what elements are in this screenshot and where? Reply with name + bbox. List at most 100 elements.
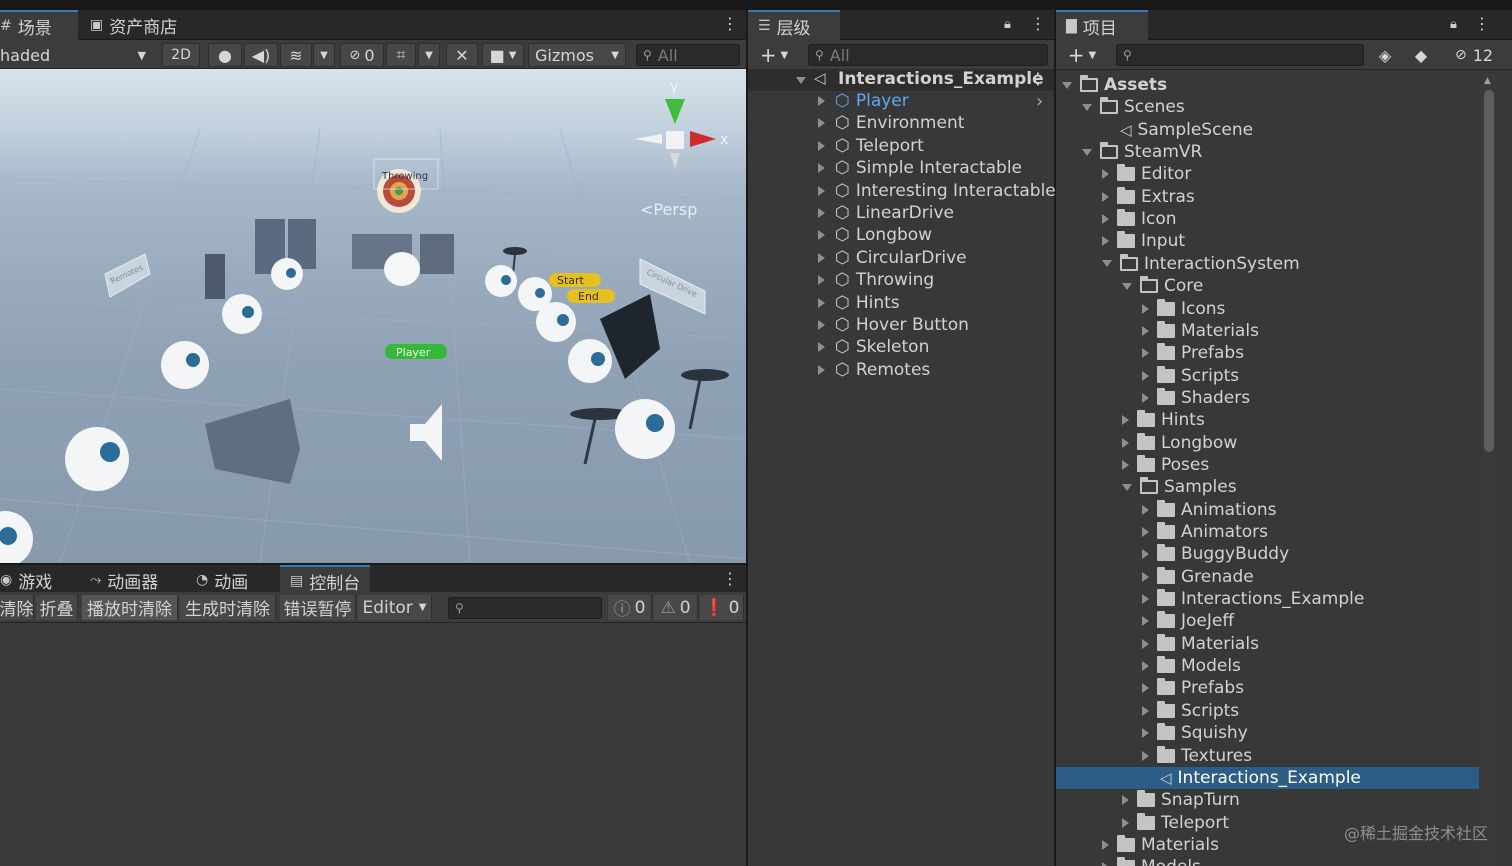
clear-on-build-button[interactable]: 生成时清除 (180, 595, 276, 620)
hierarchy-item[interactable]: ⬡ Interesting Interactables (748, 180, 1065, 202)
hierarchy-search-input[interactable]: ⚲ All (808, 44, 1048, 66)
shading-mode-dropdown[interactable]: haded ▼ (0, 43, 150, 67)
project-tree-item[interactable]: Models (1142, 655, 1241, 677)
expand-arrow-icon[interactable] (1142, 616, 1149, 627)
expand-arrow-icon[interactable] (1142, 571, 1149, 582)
lock-icon[interactable]: 🔒︎ (1450, 17, 1457, 32)
project-tree-item[interactable]: Animations (1142, 499, 1277, 521)
project-tree-item[interactable]: Extras (1102, 186, 1195, 208)
clear-button[interactable]: 清除 (0, 595, 34, 620)
expand-arrow-icon[interactable] (1102, 191, 1109, 202)
expand-arrow-icon[interactable] (1142, 527, 1149, 537)
console-search-input[interactable]: ⚲ (448, 597, 602, 619)
tab-project[interactable]: ▇ 项目 (1056, 10, 1148, 40)
console-menu-icon[interactable]: ⋮ (722, 571, 738, 587)
create-button[interactable]: + ▼ (754, 43, 794, 67)
project-tree-item[interactable]: Hints (1122, 409, 1205, 431)
tools-icon[interactable]: ✕ (446, 43, 478, 67)
expand-arrow-icon[interactable] (818, 364, 825, 375)
project-tree-item[interactable]: ◁ Interactions_Example (1142, 767, 1361, 789)
expand-arrow-icon[interactable] (1142, 504, 1149, 515)
scrollbar-thumb[interactable] (1484, 90, 1494, 452)
error-count-toggle[interactable]: ❗ 0 (700, 595, 744, 620)
expand-arrow-icon[interactable] (1142, 325, 1149, 336)
project-tree-item[interactable]: Shaders (1142, 387, 1250, 409)
hierarchy-item[interactable]: ⬡ Environment (748, 112, 1054, 134)
camera-icon[interactable]: ■ ▼ (482, 43, 524, 67)
lock-icon[interactable]: 🔒︎ (1004, 17, 1011, 32)
project-menu-icon[interactable]: ⋮ (1474, 16, 1490, 32)
effects-icon[interactable]: ≋ (280, 43, 312, 67)
hierarchy-item[interactable]: ⬡ LinearDrive (748, 202, 1054, 224)
expand-arrow-icon[interactable] (1142, 549, 1149, 560)
project-tree-item[interactable]: Materials (1142, 633, 1259, 655)
expand-arrow-icon[interactable] (1142, 348, 1149, 359)
hierarchy-item[interactable]: ⬡ Hover Button (748, 314, 1054, 336)
hierarchy-item[interactable]: ⬡ Remotes (748, 359, 1054, 381)
projection-label[interactable]: <Persp (640, 200, 697, 219)
gizmos-dropdown[interactable]: Gizmos ▼ (528, 43, 626, 67)
filter-by-label-icon[interactable]: ◆ (1408, 43, 1434, 67)
project-tree-item[interactable]: Materials (1142, 320, 1259, 342)
project-tree-item[interactable]: Poses (1122, 454, 1209, 476)
expand-arrow-icon[interactable] (818, 342, 825, 353)
expand-arrow-icon[interactable] (1102, 862, 1109, 866)
project-tree-item[interactable]: Animators (1142, 521, 1268, 543)
expand-arrow-icon[interactable] (1102, 839, 1109, 850)
project-tree-item[interactable]: Icons (1142, 298, 1225, 320)
project-tree-item[interactable]: InteractionSystem (1102, 253, 1300, 275)
log-count-toggle[interactable]: ⓘ 0 (608, 595, 652, 620)
project-tree-item[interactable]: Prefabs (1142, 342, 1244, 364)
project-tree-item[interactable]: Editor (1102, 163, 1191, 185)
expand-arrow-icon[interactable] (1142, 392, 1149, 403)
project-tree-item[interactable]: JoeJeff (1142, 610, 1234, 632)
expand-arrow-icon[interactable] (1142, 638, 1149, 649)
expand-arrow-icon[interactable] (1142, 303, 1149, 314)
project-tree-item[interactable]: Scripts (1142, 700, 1239, 722)
expand-arrow-icon[interactable] (1122, 415, 1129, 426)
expand-arrow-icon[interactable] (1102, 169, 1109, 180)
tab-animation[interactable]: ◔ 动画 (186, 565, 258, 595)
hierarchy-item[interactable]: ⬡ Longbow (748, 224, 1054, 246)
expand-arrow-icon[interactable] (818, 320, 825, 330)
project-tree-item[interactable]: Interactions_Example (1142, 588, 1364, 610)
expand-arrow-icon[interactable] (1142, 661, 1149, 672)
project-tree-item[interactable]: Materials (1102, 834, 1219, 856)
expand-arrow-icon[interactable] (1102, 236, 1109, 247)
clear-on-play-button[interactable]: 播放时清除 (82, 595, 178, 620)
expand-arrow-icon[interactable] (818, 230, 825, 241)
toggle-2d-button[interactable]: 2D (162, 43, 200, 67)
expand-arrow-icon[interactable] (1082, 148, 1092, 156)
expand-arrow-icon[interactable] (818, 118, 825, 129)
hierarchy-item[interactable]: ⬡ Teleport (748, 135, 1054, 157)
project-tree-item[interactable]: Models (1102, 856, 1201, 866)
expand-arrow-icon[interactable] (1122, 459, 1129, 470)
project-search-input[interactable]: ⚲ (1116, 44, 1364, 66)
expand-arrow-icon[interactable] (1142, 370, 1149, 381)
tab-scene[interactable]: # 场景 (0, 10, 78, 40)
project-tree-item[interactable]: Textures (1142, 745, 1252, 767)
expand-arrow-icon[interactable] (1082, 103, 1092, 111)
hierarchy-item[interactable]: ⬡ Simple Interactable (748, 157, 1054, 179)
expand-arrow-icon[interactable] (1122, 795, 1129, 806)
expand-arrow-icon[interactable] (818, 208, 825, 218)
tab-game[interactable]: ◉ 游戏 (0, 565, 62, 595)
expand-arrow-icon[interactable] (818, 275, 825, 286)
hierarchy-item[interactable]: ⬡ CircularDrive (748, 247, 1054, 269)
expand-arrow-icon[interactable] (818, 185, 825, 196)
expand-arrow-icon[interactable] (1122, 817, 1129, 828)
project-tree-item[interactable]: Core (1122, 275, 1203, 297)
hierarchy-item[interactable]: ⬡ Skeleton (748, 336, 1054, 358)
expand-arrow-icon[interactable] (818, 96, 825, 106)
console-log-area[interactable] (0, 623, 746, 866)
hierarchy-item[interactable]: ⬡ Throwing (748, 269, 1054, 291)
chevron-right-icon[interactable]: › (1036, 91, 1043, 112)
expand-arrow-icon[interactable] (1142, 594, 1149, 605)
hierarchy-item[interactable]: ⬡ Player › (748, 90, 1054, 112)
scene-menu-icon[interactable]: ⋮ (722, 16, 738, 32)
project-tree-item[interactable]: SnapTurn (1122, 789, 1240, 811)
project-tree-item[interactable]: Scenes (1082, 96, 1185, 118)
project-tree-item[interactable]: SteamVR (1082, 141, 1202, 163)
expand-arrow-icon[interactable] (1142, 728, 1149, 739)
project-tree-item[interactable]: Samples (1122, 476, 1237, 498)
